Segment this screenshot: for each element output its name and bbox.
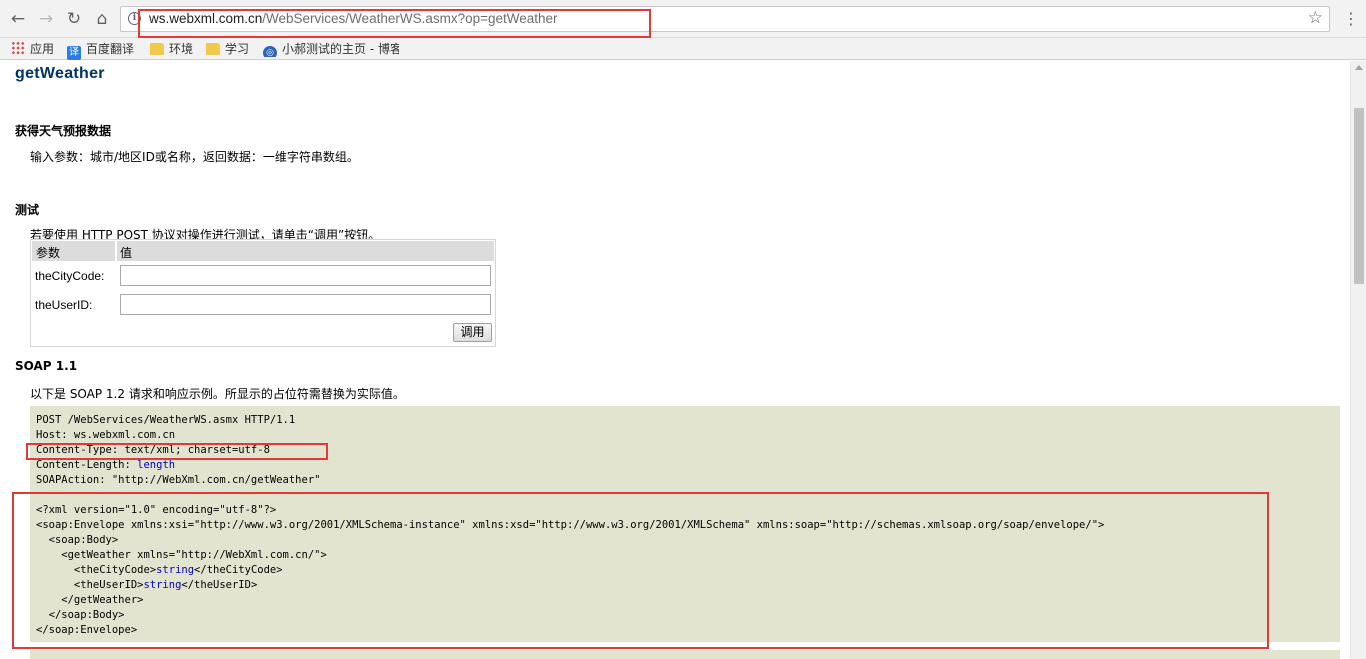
test-heading: 测试 — [15, 203, 40, 217]
bookmark-blog[interactable]: ◎ 小郝测试的主页 - 博客 — [263, 41, 399, 57]
url-host: ws.webxml.com.cn — [149, 11, 263, 26]
code-line: <theUserID>string</theUserID> — [36, 579, 257, 591]
description-heading: 获得天气预报数据 — [15, 124, 112, 138]
code-line: SOAPAction: "http://WebXml.com.cn/getWea… — [36, 474, 321, 486]
soap-request-code: POST /WebServices/WeatherWS.asmx HTTP/1.… — [30, 406, 1340, 642]
code-line: <?xml version="1.0" encoding="utf-8"?> — [36, 504, 277, 516]
forward-arrow-icon[interactable]: → — [35, 8, 57, 30]
city-code-input[interactable] — [120, 265, 491, 286]
bookmark-star-icon[interactable]: ☆ — [1308, 8, 1323, 28]
code-line: <soap:Envelope xmlns:xsi="http://www.w3.… — [36, 519, 1105, 531]
bookmark-label: 小郝测试的主页 - 博客 — [282, 42, 399, 56]
code-line: </getWeather> — [36, 594, 144, 606]
back-arrow-icon[interactable]: ← — [7, 8, 29, 30]
code-line: </soap:Body> — [36, 609, 125, 621]
bookmark-folder-study[interactable]: 学习 — [206, 41, 249, 57]
bookmark-label: 应用 — [30, 42, 55, 56]
invoke-button[interactable]: 调用 — [453, 323, 492, 342]
user-id-input[interactable] — [120, 294, 491, 315]
apps-grid-icon — [11, 41, 25, 55]
soap-instruction: 以下是 SOAP 1.2 请求和响应示例。所显示的占位符需替换为实际值。 — [30, 387, 405, 401]
scroll-thumb[interactable] — [1354, 108, 1364, 284]
reload-icon[interactable]: ↻ — [63, 8, 85, 30]
page-content: getWeather 获得天气预报数据 输入参数：城市/地区ID或名称，返回数据… — [0, 61, 1350, 659]
url-path: /WebServices/WeatherWS.asmx?op=getWeathe… — [262, 11, 558, 26]
blog-icon: ◎ — [263, 46, 277, 57]
user-id-label: theUserID: — [35, 298, 93, 312]
soap-heading: SOAP 1.1 — [15, 359, 78, 373]
folder-icon — [150, 43, 164, 55]
city-code-label: theCityCode: — [35, 269, 105, 283]
code-text: </theUserID> — [181, 579, 258, 591]
table-header-row: 参数 值 — [32, 241, 494, 261]
code-line: Content-Length: length — [36, 459, 175, 471]
browser-toolbar: ← → ↻ ⌂ i ws.webxml.com.cn/WebServices/W… — [0, 0, 1366, 38]
code-line: <getWeather xmlns="http://WebXml.com.cn/… — [36, 549, 327, 561]
bookmark-apps[interactable]: 应用 — [11, 41, 54, 57]
address-bar[interactable]: i ws.webxml.com.cn/WebServices/WeatherWS… — [120, 6, 1330, 32]
code-line: Host: ws.webxml.com.cn — [36, 429, 176, 441]
info-icon[interactable]: i — [128, 12, 141, 25]
code-text: Content-Length: — [36, 459, 138, 471]
vertical-scrollbar[interactable] — [1350, 61, 1366, 659]
operation-title: getWeather — [15, 65, 105, 82]
content-type-line: Content-Type: text/xml; charset=utf-8 — [36, 444, 270, 456]
test-form-table: 参数 值 theCityCode: theUserID: 调用 — [30, 239, 496, 347]
description-text: 输入参数：城市/地区ID或名称，返回数据：一维字符串数组。 — [30, 150, 359, 164]
code-line: POST /WebServices/WeatherWS.asmx HTTP/1.… — [36, 414, 296, 426]
code-line: </soap:Envelope> — [36, 624, 138, 636]
browser-menu-icon[interactable]: ⋮ — [1343, 9, 1359, 29]
placeholder-text: string — [156, 564, 195, 576]
code-line: <theCityCode>string</theCityCode> — [36, 564, 283, 576]
bookmark-baidu-translate[interactable]: 译百度翻译 — [67, 41, 135, 60]
bookmark-folder-env[interactable]: 环境 — [150, 41, 193, 57]
scroll-up-arrow-icon[interactable] — [1355, 65, 1363, 70]
column-divider — [115, 241, 117, 261]
code-text: <theUserID> — [36, 579, 144, 591]
url-text[interactable]: ws.webxml.com.cn/WebServices/WeatherWS.a… — [149, 11, 558, 26]
code-text: <theCityCode> — [36, 564, 157, 576]
bookmarks-bar: 应用 译百度翻译 环境 学习 ◎ 小郝测试的主页 - 博客 — [0, 38, 1366, 60]
home-icon[interactable]: ⌂ — [91, 8, 113, 30]
value-column-header: 值 — [120, 246, 133, 260]
translate-icon: 译 — [67, 46, 81, 60]
folder-icon — [206, 43, 220, 55]
code-line: <soap:Body> — [36, 534, 119, 546]
bookmark-label: 百度翻译 — [86, 42, 135, 56]
bookmark-label: 学习 — [225, 42, 250, 56]
placeholder-text: length — [137, 459, 176, 471]
placeholder-text: string — [143, 579, 182, 591]
param-column-header: 参数 — [36, 246, 61, 260]
soap-response-code — [30, 650, 1340, 659]
code-text: </theCityCode> — [194, 564, 283, 576]
bookmark-label: 环境 — [169, 42, 194, 56]
